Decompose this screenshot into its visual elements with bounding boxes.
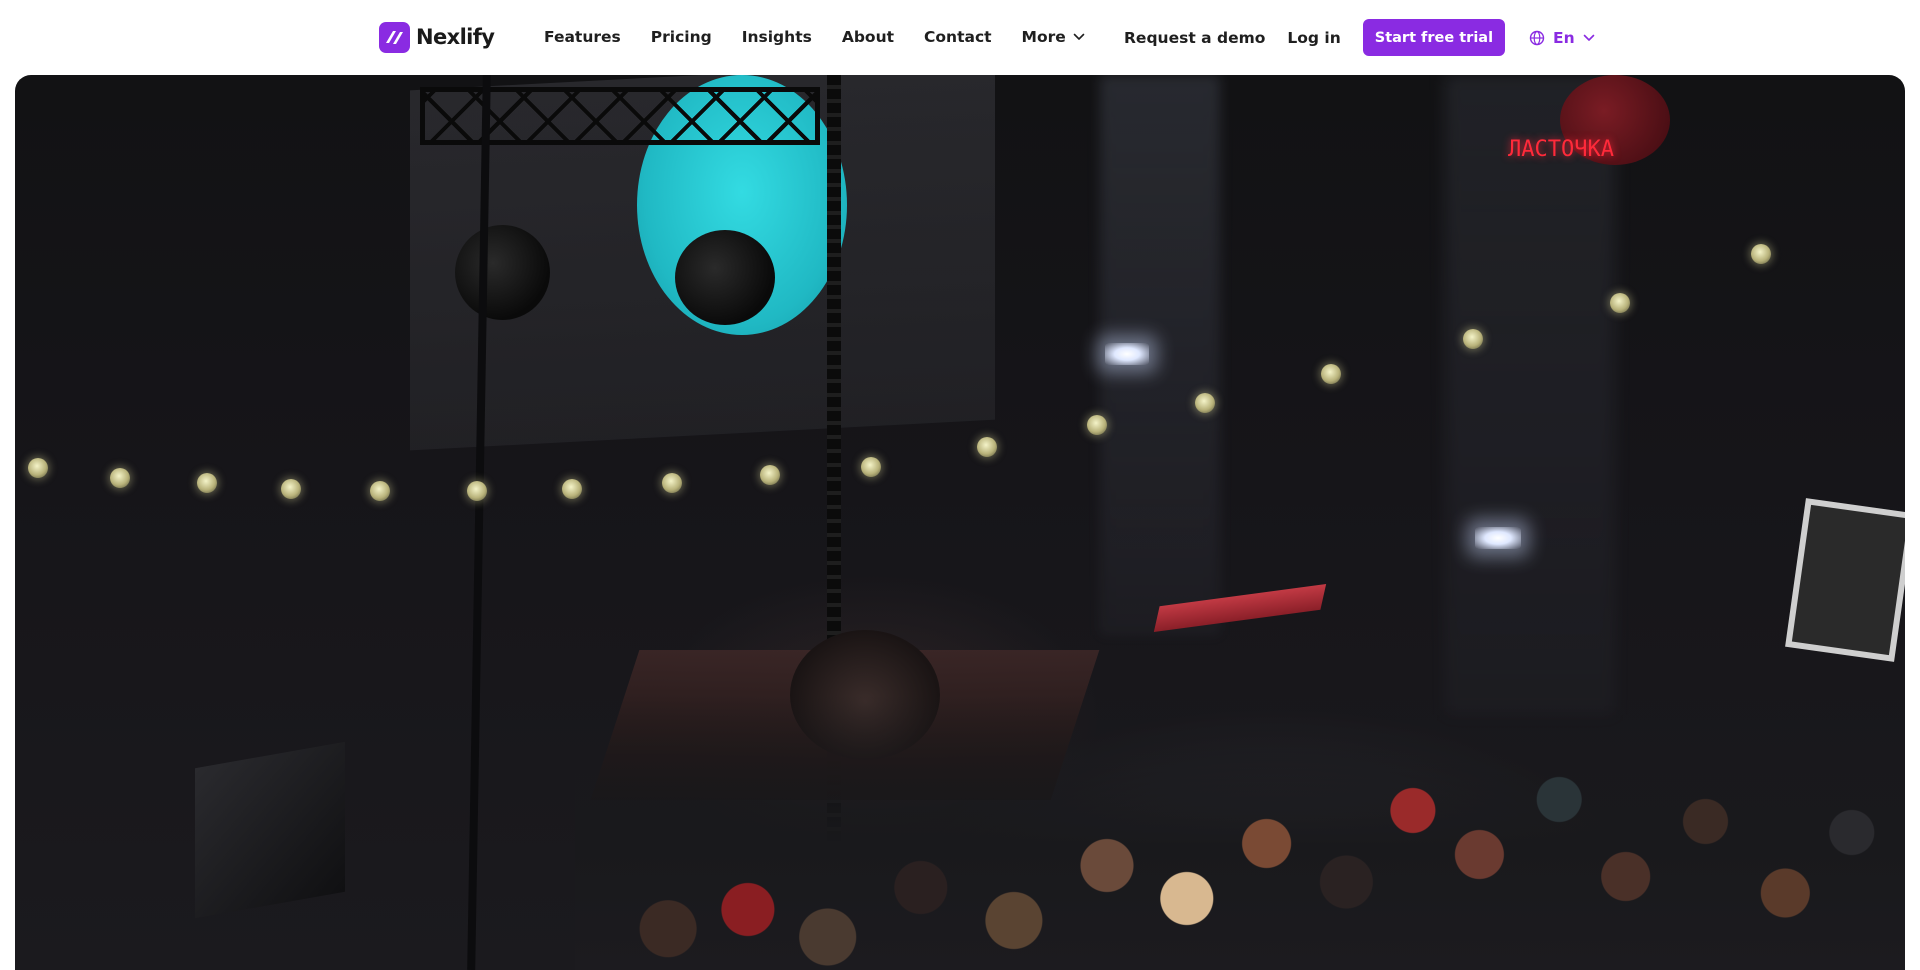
neon-sign: ЛАСТОЧКА xyxy=(1508,137,1614,162)
string-light-bulb xyxy=(1463,329,1483,349)
string-light-bulb xyxy=(861,457,881,477)
wall-poster xyxy=(1785,498,1905,662)
nav-contact[interactable]: Contact xyxy=(924,28,992,46)
audience-crowd xyxy=(575,695,1905,970)
nexlify-logo-icon xyxy=(379,21,410,53)
string-light-bulb xyxy=(28,458,48,478)
light-beam xyxy=(1445,75,1615,715)
string-light-bulb xyxy=(1751,244,1771,264)
nav-more-dropdown[interactable]: More xyxy=(1022,28,1085,46)
led-floodlight xyxy=(1475,527,1521,549)
string-light-bulb xyxy=(467,481,487,501)
nav-insights[interactable]: Insights xyxy=(742,28,812,46)
string-light-bulb xyxy=(197,473,217,493)
language-selector[interactable]: En xyxy=(1529,29,1595,47)
top-navigation-bar: Nexlify Features Pricing Insights About … xyxy=(0,0,1920,75)
language-label: En xyxy=(1553,28,1575,47)
login-link[interactable]: Log in xyxy=(1287,29,1340,47)
nav-features[interactable]: Features xyxy=(544,28,621,46)
string-light-bulb xyxy=(977,437,997,457)
string-light-bulb xyxy=(281,479,301,499)
main-nav: Features Pricing Insights About Contact … xyxy=(544,25,1085,49)
nav-more-label: More xyxy=(1021,28,1066,46)
stage-lamp xyxy=(675,230,775,325)
start-free-trial-button[interactable]: Start free trial xyxy=(1362,19,1506,56)
string-light-bulb xyxy=(662,473,682,493)
led-floodlight xyxy=(1105,343,1149,365)
globe-icon xyxy=(1529,30,1545,45)
chevron-down-icon xyxy=(1583,34,1594,41)
chevron-down-icon xyxy=(1073,33,1085,40)
hero-image: ЛАСТОЧКА xyxy=(15,75,1905,970)
string-light-bulb xyxy=(1195,393,1215,413)
string-light-bulb xyxy=(370,481,390,501)
brand-logo[interactable]: Nexlify xyxy=(379,21,495,53)
pa-speaker xyxy=(195,741,345,919)
nav-pricing[interactable]: Pricing xyxy=(651,28,712,46)
string-light-bulb xyxy=(110,468,130,488)
brand-name: Nexlify xyxy=(416,25,495,49)
string-light-bulb xyxy=(1321,364,1341,384)
string-light-bulb xyxy=(760,465,780,485)
request-demo-link[interactable]: Request a demo xyxy=(1124,29,1265,47)
nav-about[interactable]: About xyxy=(842,28,894,46)
string-light-bulb xyxy=(1087,415,1107,435)
header-actions: Request a demo Log in Start free trial E… xyxy=(1124,19,1595,56)
lighting-truss xyxy=(420,87,820,145)
string-light-bulb xyxy=(562,479,582,499)
string-light-bulb xyxy=(1610,293,1630,313)
stage-lamp xyxy=(455,225,550,320)
